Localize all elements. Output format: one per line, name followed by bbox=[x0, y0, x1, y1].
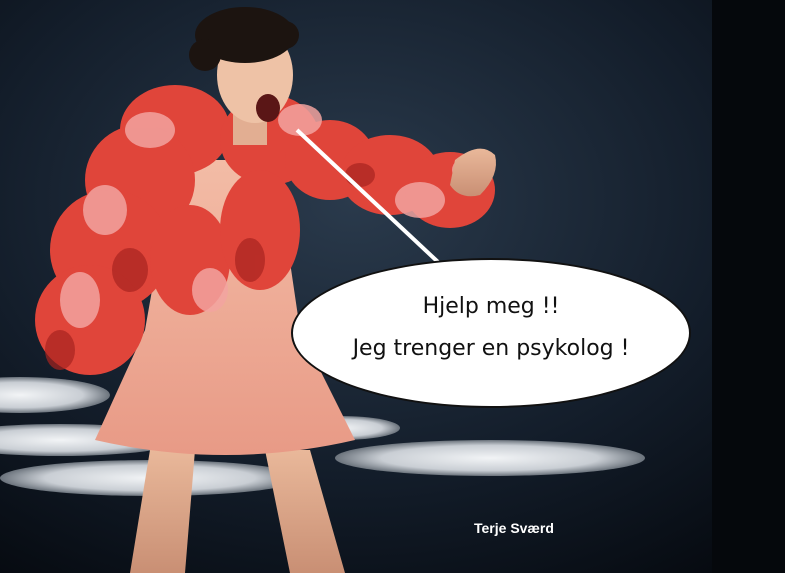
speech-text-line2: Jeg trenger en psykolog ! bbox=[352, 336, 630, 361]
meme-image: Hjelp meg !! Jeg trenger en psykolog ! T… bbox=[0, 0, 785, 573]
open-mouth bbox=[256, 94, 280, 122]
right-dark-edge bbox=[712, 0, 785, 573]
floor-light bbox=[335, 440, 645, 476]
curly-hair bbox=[189, 39, 221, 71]
curly-hair bbox=[271, 21, 299, 49]
speech-bubble bbox=[291, 258, 691, 408]
photo-credit: Terje Sværd bbox=[474, 520, 554, 536]
speech-text-line1: Hjelp meg !! bbox=[422, 294, 560, 319]
